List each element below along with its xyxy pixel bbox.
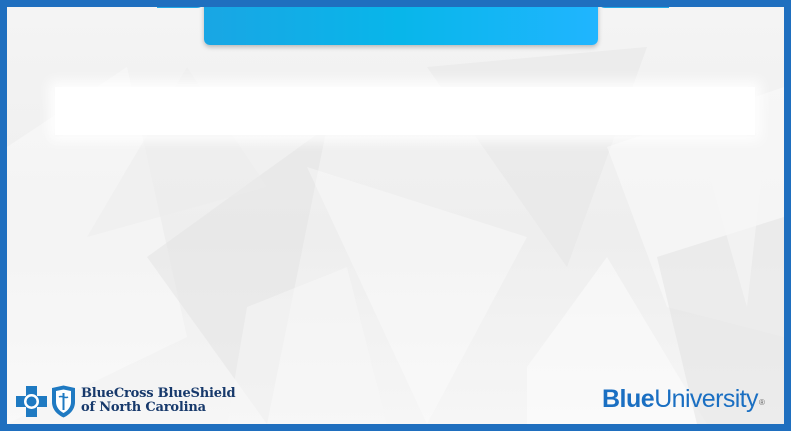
title-band: [55, 87, 755, 135]
blue-university-logo: Blue University ®: [602, 385, 765, 413]
brand-word-university: University: [654, 385, 758, 413]
brand-word-blue: Blue: [602, 385, 655, 413]
bcbs-wordmark: BlueCross BlueShield of North Carolina: [81, 386, 236, 415]
top-tab-accent-left: [157, 7, 205, 8]
slide-canvas: BlueCross BlueShield of North Carolina B…: [0, 0, 791, 431]
top-title-tab: [204, 7, 598, 45]
bcbs-name-line1: BlueCross BlueShield: [81, 386, 236, 401]
bcbs-logo: BlueCross BlueShield of North Carolina: [15, 383, 236, 419]
trademark-mark: ®: [758, 398, 765, 407]
blueshield-icon: [52, 385, 75, 417]
bcbs-name-line2: of North Carolina: [81, 400, 206, 415]
top-tab-accent-right: [597, 7, 669, 8]
bluecross-icon: [16, 385, 47, 417]
faceted-background: [7, 47, 784, 424]
